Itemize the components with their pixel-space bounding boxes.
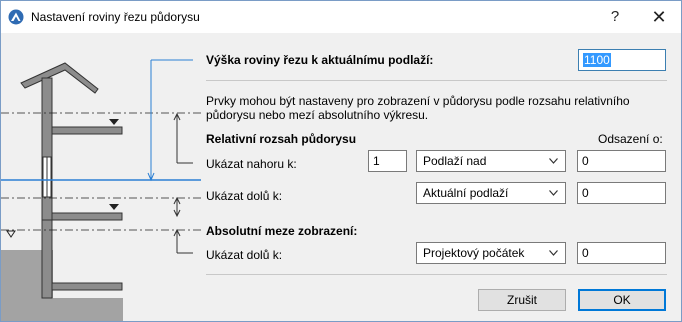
absolute-limits-heading: Absolutní meze zobrazení: bbox=[206, 224, 358, 238]
close-button[interactable]: ✕ bbox=[639, 4, 679, 30]
top-story-select[interactable]: Podlaží nad bbox=[416, 150, 566, 172]
show-top-label: Ukázat nahoru k: bbox=[206, 157, 297, 171]
chevron-down-icon bbox=[549, 250, 558, 256]
cut-height-input[interactable]: 1100 bbox=[578, 49, 666, 71]
top-offset-input[interactable]: 0 bbox=[577, 150, 666, 172]
relative-range-heading: Relativní rozsah půdorysu bbox=[206, 132, 357, 146]
bottom-story-value: Aktuální podlaží bbox=[423, 186, 509, 200]
cut-height-value: 1100 bbox=[583, 53, 611, 67]
cancel-button[interactable]: Zrušit bbox=[478, 289, 566, 311]
title-bar[interactable]: Nastavení roviny řezu půdorysu ? ✕ bbox=[1, 1, 681, 33]
window-title: Nastavení roviny řezu půdorysu bbox=[31, 10, 200, 24]
ok-button[interactable]: OK bbox=[578, 289, 666, 311]
help-button[interactable]: ? bbox=[595, 4, 635, 30]
separator bbox=[206, 274, 667, 275]
bottom-offset-input[interactable]: 0 bbox=[577, 182, 666, 204]
cut-height-label: Výška roviny řezu k aktuálnímu podlaží: bbox=[206, 53, 434, 67]
bottom-story-select[interactable]: Aktuální podlaží bbox=[416, 182, 566, 204]
absolute-reference-value: Projektový počátek bbox=[423, 246, 525, 260]
dialog-body: Výška roviny řezu k aktuálnímu podlaží: … bbox=[1, 33, 681, 321]
absolute-show-bottom-label: Ukázat dolů k: bbox=[206, 248, 283, 262]
absolute-reference-select[interactable]: Projektový počátek bbox=[416, 242, 566, 264]
top-story-count-input[interactable]: 1 bbox=[368, 150, 407, 172]
absolute-offset-input[interactable]: 0 bbox=[577, 242, 666, 264]
separator bbox=[206, 80, 667, 81]
chevron-down-icon bbox=[549, 158, 558, 164]
archicad-logo-icon bbox=[8, 9, 24, 25]
description-text: Prvky mohou být nastaveny pro zobrazení … bbox=[206, 94, 630, 122]
show-bottom-label: Ukázat dolů k: bbox=[206, 189, 283, 203]
chevron-down-icon bbox=[549, 190, 558, 196]
top-story-value: Podlaží nad bbox=[423, 154, 487, 168]
offset-heading: Odsazení o: bbox=[598, 132, 663, 146]
section-illustration bbox=[1, 59, 201, 321]
dialog-window: Nastavení roviny řezu půdorysu ? ✕ Výška… bbox=[0, 0, 682, 322]
